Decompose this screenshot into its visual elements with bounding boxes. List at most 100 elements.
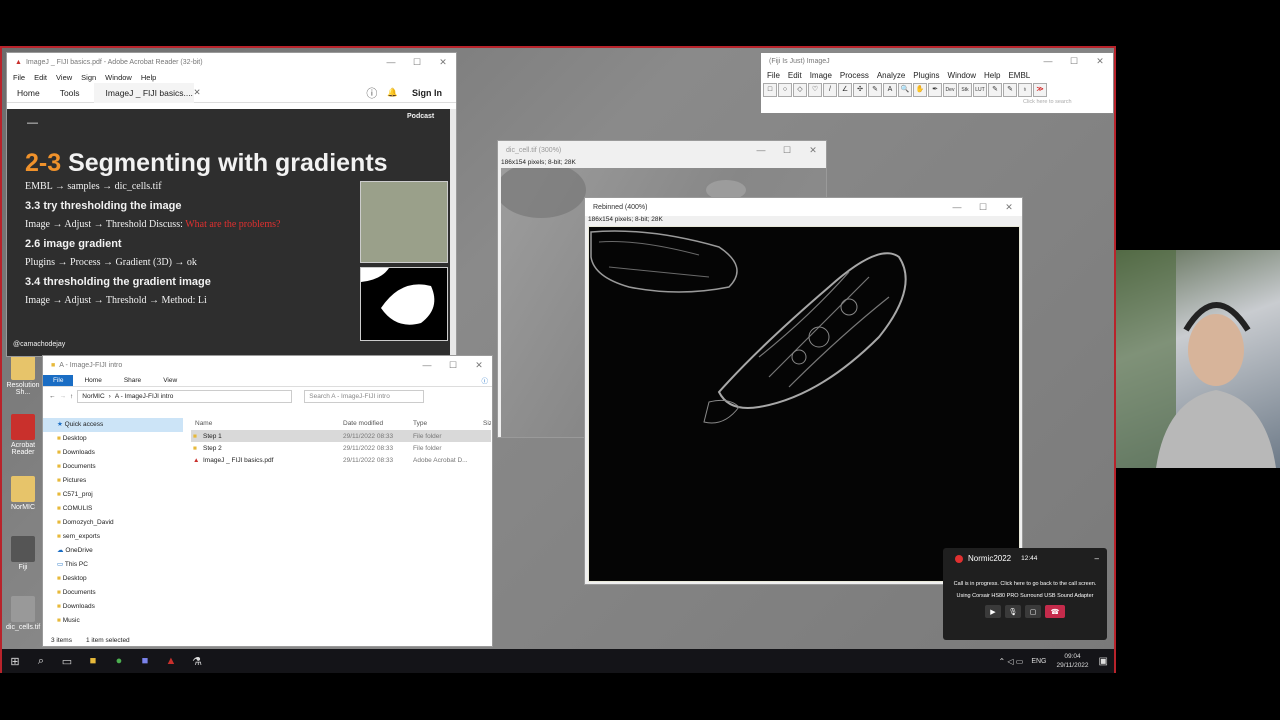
menu-edit[interactable]: Edit (788, 71, 802, 80)
nav-item[interactable]: ■ C571_proj (43, 488, 183, 502)
call-popup[interactable]: Normic2022 12:44 – Call is in progress. … (943, 548, 1107, 640)
maximize-button[interactable]: ☐ (404, 57, 430, 68)
stk-tool-icon[interactable]: Stk (958, 83, 972, 97)
nav-item[interactable]: ■ Music (43, 614, 183, 628)
address-bar[interactable]: NorMIC › A - ImageJ-FIJI intro (77, 389, 293, 403)
up-icon[interactable]: ↑ (70, 393, 73, 400)
desktop-icon-resolution[interactable]: Resolution Sh... (6, 354, 40, 396)
close-button[interactable]: ✕ (996, 202, 1022, 213)
nav-item[interactable]: ■ Documents (43, 460, 183, 474)
bell-icon[interactable]: 🔔 (387, 87, 398, 98)
menu-view[interactable]: View (56, 73, 72, 82)
menu-file[interactable]: File (13, 73, 25, 82)
file-row[interactable]: ■ Step 1 29/11/2022 08:33 File folder (191, 430, 491, 442)
scrollbar[interactable] (450, 109, 456, 356)
nav-item[interactable]: ■ COMULIS (43, 502, 183, 516)
desktop-icon-dic[interactable]: dic_cells.tif (6, 596, 40, 631)
nav-item[interactable]: ■ Desktop (43, 572, 183, 586)
ribbon-home[interactable]: Home (73, 377, 112, 384)
nav-item[interactable]: ☁ OneDrive (43, 544, 183, 558)
oval-tool-icon[interactable]: ○ (778, 83, 792, 97)
explorer-taskbar-icon[interactable]: ■ (80, 649, 106, 673)
maximize-button[interactable]: ☐ (440, 360, 466, 371)
pencil-tool-icon[interactable]: ✎ (988, 83, 1002, 97)
tab-tools[interactable]: Tools (50, 88, 90, 98)
ribbon-file[interactable]: File (43, 374, 74, 386)
notifications-icon[interactable]: ▣ (1099, 656, 1108, 667)
hand-tool-icon[interactable]: ✋ (913, 83, 927, 97)
dev-tool-icon[interactable]: Dev (943, 83, 957, 97)
maximize-button[interactable]: ☐ (774, 145, 800, 156)
forward-icon[interactable]: → (60, 393, 67, 400)
desktop-icon-acrobat[interactable]: Acrobat Reader (6, 414, 40, 456)
col-name[interactable]: Name (191, 420, 343, 427)
acrobat-taskbar-icon[interactable]: ▲ (158, 649, 184, 673)
tab-home[interactable]: Home (7, 88, 50, 98)
col-type[interactable]: Type (413, 420, 483, 427)
video-icon[interactable]: ▶ (985, 605, 1001, 618)
minimize-button[interactable]: — (748, 145, 774, 155)
nav-item[interactable]: ■ Downloads (43, 600, 183, 614)
menu-edit[interactable]: Edit (34, 73, 47, 82)
desktop-icon-normic[interactable]: NorMIC (6, 476, 40, 511)
nav-item[interactable]: ■ Pictures (43, 474, 183, 488)
menu-plugins[interactable]: Plugins (913, 71, 939, 80)
system-tray-icons[interactable]: ⌃ ◁ ▭ (998, 657, 1023, 666)
close-button[interactable]: ✕ (1087, 56, 1113, 67)
close-button[interactable]: ✕ (430, 57, 456, 68)
file-row[interactable]: ■ Step 2 29/11/2022 08:33 File folder (191, 442, 491, 454)
path-segment[interactable]: A - ImageJ-FIJI intro (115, 393, 174, 400)
task-view-icon[interactable]: ▭ (54, 649, 80, 673)
nav-item[interactable]: ■ Desktop (43, 432, 183, 446)
help-icon[interactable]: ⓘ (366, 85, 377, 101)
teams-icon[interactable]: ■ (132, 649, 158, 673)
nav-item[interactable]: ■ Documents (43, 586, 183, 600)
menu-analyze[interactable]: Analyze (877, 71, 905, 80)
close-tab-icon[interactable]: ✕ (194, 87, 201, 98)
maximize-button[interactable]: ☐ (970, 202, 996, 213)
minimize-button[interactable]: — (1035, 56, 1061, 66)
menu-process[interactable]: Process (840, 71, 869, 80)
clock[interactable]: 09:04 29/11/2022 (1056, 652, 1088, 670)
nav-item[interactable]: ■ Domozych_David (43, 516, 183, 530)
nav-item[interactable]: ■ sem_exports (43, 530, 183, 544)
close-button[interactable]: ✕ (466, 360, 492, 371)
tab-document[interactable]: ImageJ _ FIJI basics.... (93, 82, 194, 103)
menu-help[interactable]: Help (984, 71, 1000, 80)
rectangle-tool-icon[interactable]: □ (763, 83, 777, 97)
col-size[interactable]: Siz (483, 420, 491, 427)
nav-item[interactable]: ■ Downloads (43, 446, 183, 460)
file-row[interactable]: ▲ ImageJ _ FIJI basics.pdf 29/11/2022 08:3… (191, 454, 491, 466)
menu-window[interactable]: Window (948, 71, 976, 80)
menu-help[interactable]: Help (141, 73, 156, 82)
menu-image[interactable]: Image (810, 71, 832, 80)
zoom-tool-icon[interactable]: 🔍 (898, 83, 912, 97)
search-icon[interactable]: ⌕ (28, 649, 54, 673)
point-tool-icon[interactable]: ✣ (853, 83, 867, 97)
more-tools-icon[interactable]: ≫ (1033, 83, 1047, 97)
lut-tool-icon[interactable]: LUT (973, 83, 987, 97)
search-input[interactable]: Search A - ImageJ-FIJI intro (304, 389, 425, 403)
help-icon[interactable]: ⓘ (482, 375, 489, 385)
minimize-button[interactable]: — (944, 202, 970, 212)
menu-window[interactable]: Window (105, 73, 132, 82)
gradient-image-canvas[interactable] (588, 226, 1020, 582)
path-segment[interactable]: NorMIC (82, 393, 104, 400)
back-icon[interactable]: ← (49, 393, 56, 400)
polygon-tool-icon[interactable]: ◇ (793, 83, 807, 97)
ribbon-share[interactable]: Share (113, 377, 152, 384)
sign-in-button[interactable]: Sign In (412, 88, 442, 98)
minimize-button[interactable]: — (378, 57, 404, 67)
freehand-tool-icon[interactable]: ♡ (808, 83, 822, 97)
chrome-icon[interactable]: ● (106, 649, 132, 673)
close-button[interactable]: ✕ (800, 145, 826, 156)
search-field[interactable]: Click here to search (1023, 99, 1072, 105)
desktop-icon-fiji[interactable]: Fiji (6, 536, 40, 571)
minimize-button[interactable]: — (414, 360, 440, 370)
share-screen-icon[interactable]: ▢ (1025, 605, 1041, 618)
flood-fill-tool-icon[interactable]: ♁ (1018, 83, 1032, 97)
menu-sign[interactable]: Sign (81, 73, 96, 82)
mic-icon[interactable]: 🎙 (1005, 605, 1021, 618)
dropper-tool-icon[interactable]: ✒ (928, 83, 942, 97)
maximize-button[interactable]: ☐ (1061, 56, 1087, 67)
